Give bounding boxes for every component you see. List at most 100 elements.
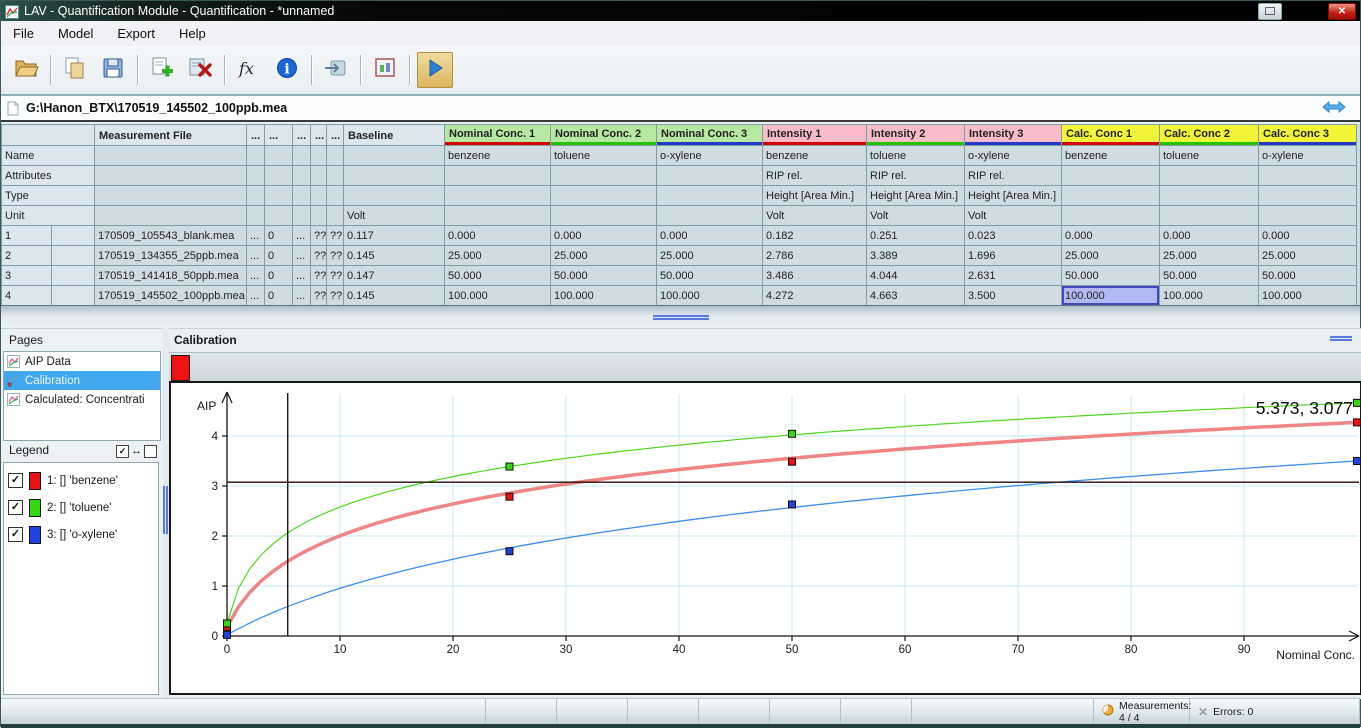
cell[interactable] <box>1160 206 1259 226</box>
cell[interactable]: ?? <box>327 246 344 266</box>
cell[interactable]: ... <box>247 246 265 266</box>
cell[interactable]: benzene <box>1062 146 1160 166</box>
baseline-cell[interactable]: 0.117 <box>344 226 445 246</box>
column-header-baseline[interactable]: Baseline <box>344 125 445 146</box>
cell[interactable] <box>551 166 657 186</box>
row-number[interactable]: 4 <box>2 286 52 306</box>
export-button[interactable] <box>319 53 353 87</box>
calc-conc-cell[interactable]: 25.000 <box>1259 246 1357 266</box>
cell[interactable]: Volt <box>344 206 445 226</box>
row-label[interactable]: Unit <box>2 206 95 226</box>
cell[interactable]: Height [Area Min.] <box>965 186 1062 206</box>
intensity-cell[interactable]: 3.389 <box>867 246 965 266</box>
nominal-conc-cell[interactable]: 25.000 <box>445 246 551 266</box>
checkbox-icon[interactable]: ✓ <box>8 500 23 515</box>
close-button[interactable]: ✕ <box>1328 3 1356 20</box>
column-header-intensity-1[interactable]: Intensity 1 <box>763 125 867 146</box>
cell[interactable] <box>551 206 657 226</box>
nominal-conc-cell[interactable]: 50.000 <box>445 266 551 286</box>
column-header-narrow[interactable]: ... <box>293 125 311 146</box>
cell[interactable] <box>1062 186 1160 206</box>
cell[interactable] <box>327 166 344 186</box>
cell[interactable] <box>247 186 265 206</box>
cell[interactable]: benzene <box>763 146 867 166</box>
calc-conc-cell[interactable]: 0.000 <box>1062 226 1160 246</box>
legend-item[interactable]: ✓1: [] 'benzene' <box>4 467 158 494</box>
intensity-cell[interactable]: 1.696 <box>965 246 1062 266</box>
column-header-calc-conc-2[interactable]: Calc. Conc 2 <box>1160 125 1259 146</box>
row-label[interactable]: Name <box>2 146 95 166</box>
cell[interactable]: RIP rel. <box>965 166 1062 186</box>
corner-header[interactable] <box>2 125 95 146</box>
row-label[interactable]: Attributes <box>2 166 95 186</box>
formula-button[interactable]: fx <box>232 53 266 87</box>
cell[interactable] <box>247 146 265 166</box>
cell[interactable]: toluene <box>1160 146 1259 166</box>
nominal-conc-cell[interactable]: 0.000 <box>657 226 763 246</box>
cell[interactable]: Volt <box>965 206 1062 226</box>
calc-conc-cell[interactable]: 25.000 <box>1160 246 1259 266</box>
intensity-cell[interactable]: 3.486 <box>763 266 867 286</box>
cell[interactable]: RIP rel. <box>867 166 965 186</box>
cell[interactable]: ?? <box>311 286 327 306</box>
baseline-cell[interactable]: 0.145 <box>344 246 445 266</box>
column-header-calc-conc-1[interactable]: Calc. Conc 1 <box>1062 125 1160 146</box>
cell[interactable]: RIP rel. <box>763 166 867 186</box>
calc-conc-cell[interactable]: 100.000 <box>1259 286 1357 306</box>
cell[interactable] <box>311 166 327 186</box>
calc-conc-cell[interactable]: 50.000 <box>1160 266 1259 286</box>
restore-window-button[interactable] <box>1258 3 1282 20</box>
baseline-cell[interactable]: 0.145 <box>344 286 445 306</box>
cell[interactable] <box>1062 166 1160 186</box>
calc-conc-cell[interactable]: 100.000 <box>1160 286 1259 306</box>
cell[interactable]: Height [Area Min.] <box>763 186 867 206</box>
nominal-conc-cell[interactable]: 100.000 <box>445 286 551 306</box>
row-number[interactable]: 1 <box>2 226 52 246</box>
cell[interactable] <box>293 186 311 206</box>
column-header-narrow[interactable]: ... <box>311 125 327 146</box>
cell[interactable] <box>293 146 311 166</box>
cell[interactable] <box>52 286 95 306</box>
cell[interactable]: 0 <box>265 286 293 306</box>
cell[interactable] <box>311 186 327 206</box>
cell[interactable] <box>344 186 445 206</box>
column-header-intensity-2[interactable]: Intensity 2 <box>867 125 965 146</box>
intensity-cell[interactable]: 2.786 <box>763 246 867 266</box>
column-header-calc-conc-3[interactable]: Calc. Conc 3 <box>1259 125 1357 146</box>
cell[interactable] <box>1160 186 1259 206</box>
nominal-conc-cell[interactable]: 100.000 <box>657 286 763 306</box>
cell[interactable]: ... <box>293 246 311 266</box>
legend-item[interactable]: ✓3: [] 'o-xylene' <box>4 521 158 548</box>
cell[interactable] <box>344 166 445 186</box>
cell[interactable] <box>95 206 247 226</box>
cell[interactable]: o-xylene <box>1259 146 1357 166</box>
column-header-nominal-conc-3[interactable]: Nominal Conc. 3 <box>657 125 763 146</box>
cell[interactable]: o-xylene <box>965 146 1062 166</box>
selected-cell[interactable]: 100.000 <box>1062 286 1160 306</box>
collapse-grip-icon[interactable] <box>1330 336 1352 341</box>
cell[interactable]: benzene <box>445 146 551 166</box>
expand-horizontal-icon[interactable] <box>1322 100 1346 114</box>
cell[interactable] <box>95 146 247 166</box>
measurement-file-cell[interactable]: 170519_134355_25ppb.mea <box>95 246 247 266</box>
nominal-conc-cell[interactable]: 50.000 <box>551 266 657 286</box>
cell[interactable] <box>657 206 763 226</box>
info-button[interactable]: i <box>270 53 304 87</box>
cell[interactable] <box>311 206 327 226</box>
add-measurement-button[interactable] <box>145 53 179 87</box>
measurement-file-cell[interactable]: 170519_145502_100ppb.mea <box>95 286 247 306</box>
cell[interactable] <box>445 186 551 206</box>
cell[interactable] <box>445 206 551 226</box>
report-button[interactable] <box>368 53 402 87</box>
nominal-conc-cell[interactable]: 25.000 <box>551 246 657 266</box>
intensity-cell[interactable]: 0.182 <box>763 226 867 246</box>
nominal-conc-cell[interactable]: 25.000 <box>657 246 763 266</box>
copy-button[interactable] <box>58 53 92 87</box>
cell[interactable]: 0 <box>265 246 293 266</box>
calc-conc-cell[interactable]: 50.000 <box>1062 266 1160 286</box>
cell[interactable] <box>52 266 95 286</box>
cell[interactable] <box>95 166 247 186</box>
cell[interactable] <box>52 226 95 246</box>
nominal-conc-cell[interactable]: 0.000 <box>551 226 657 246</box>
intensity-cell[interactable]: 0.251 <box>867 226 965 246</box>
